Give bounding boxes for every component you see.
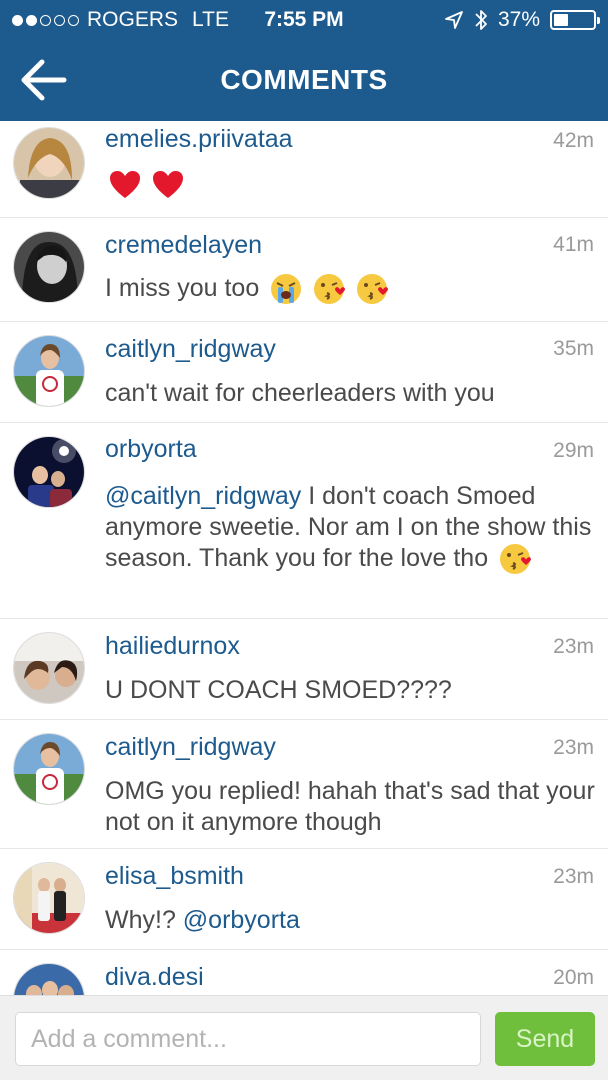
comment-username[interactable]: cremedelayen [105, 231, 262, 260]
comment-list[interactable]: emelies.priivataa 42m cremedelayen 41m I… [0, 121, 608, 995]
comment-text: I miss you too [105, 274, 260, 302]
status-bar: ROGERS LTE 7:55 PM 37% [0, 0, 608, 40]
list-item: caitlyn_ridgway 23m OMG you replied! hah… [0, 720, 608, 849]
avatar[interactable] [13, 127, 85, 199]
comment-text: OMG you replied! hahah that's sad that y… [105, 777, 595, 836]
top-bar: ROGERS LTE 7:55 PM 37% COMMENTS [0, 0, 608, 121]
battery-percent: 37% [497, 8, 540, 31]
list-item: caitlyn_ridgway 35m can't wait for cheer… [0, 322, 608, 423]
comment-username[interactable]: caitlyn_ridgway [105, 733, 276, 762]
comment-username[interactable]: emelies.priivataa [105, 125, 293, 154]
bluetooth-icon [475, 10, 487, 30]
comment-username[interactable]: caitlyn_ridgway [105, 335, 276, 364]
avatar[interactable] [13, 632, 85, 704]
comment-time: 23m [553, 736, 594, 759]
comment-username[interactable]: hailiedurnox [105, 632, 240, 661]
avatar[interactable] [13, 436, 85, 508]
comment-input[interactable]: Add a comment... [15, 1012, 481, 1066]
kissing-face-emoji-icon [357, 274, 389, 305]
comment-composer: Add a comment... Send [0, 995, 608, 1080]
list-item: orbyorta 29m @caitlyn_ridgway I don't co… [0, 423, 608, 619]
comment-text: can't wait for cheerleaders with you [105, 379, 495, 407]
list-item: cremedelayen 41m I miss you too [0, 218, 608, 322]
comment-time: 29m [553, 439, 594, 462]
page-title: COMMENTS [220, 64, 388, 95]
avatar[interactable] [13, 335, 85, 407]
comment-time: 23m [553, 865, 594, 888]
comment-time: 41m [553, 233, 594, 256]
comment-time: 42m [553, 129, 594, 152]
kissing-face-emoji-icon [500, 544, 532, 575]
kissing-face-emoji-icon [314, 274, 346, 305]
heart-emoji-icon [152, 171, 183, 199]
list-item: elisa_bsmith 23m Why!? @orbyorta [0, 849, 608, 950]
comment-time: 20m [553, 966, 594, 989]
comment-time: 35m [553, 337, 594, 360]
comment-time: 23m [553, 635, 594, 658]
mention-link[interactable]: @orbyorta [183, 906, 300, 934]
list-item: emelies.priivataa 42m [0, 121, 608, 218]
comment-username[interactable]: elisa_bsmith [105, 862, 244, 891]
avatar[interactable] [13, 733, 85, 805]
list-item: diva.desi 20m [0, 950, 608, 995]
heart-emoji-icon [110, 171, 140, 199]
mention-link[interactable]: @caitlyn_ridgway [105, 482, 301, 510]
battery-icon [550, 10, 600, 30]
crying-face-emoji-icon [271, 274, 302, 305]
comment-username[interactable]: diva.desi [105, 963, 204, 992]
location-arrow-icon [445, 11, 463, 29]
comment-text: U DONT COACH SMOED???? [105, 676, 452, 704]
comment-text: Why!? [105, 906, 183, 934]
avatar[interactable] [13, 963, 85, 995]
send-button[interactable]: Send [495, 1012, 595, 1066]
list-item: hailiedurnox 23m U DONT COACH SMOED???? [0, 619, 608, 720]
comment-username[interactable]: orbyorta [105, 435, 197, 464]
avatar[interactable] [13, 862, 85, 934]
avatar[interactable] [13, 231, 85, 303]
